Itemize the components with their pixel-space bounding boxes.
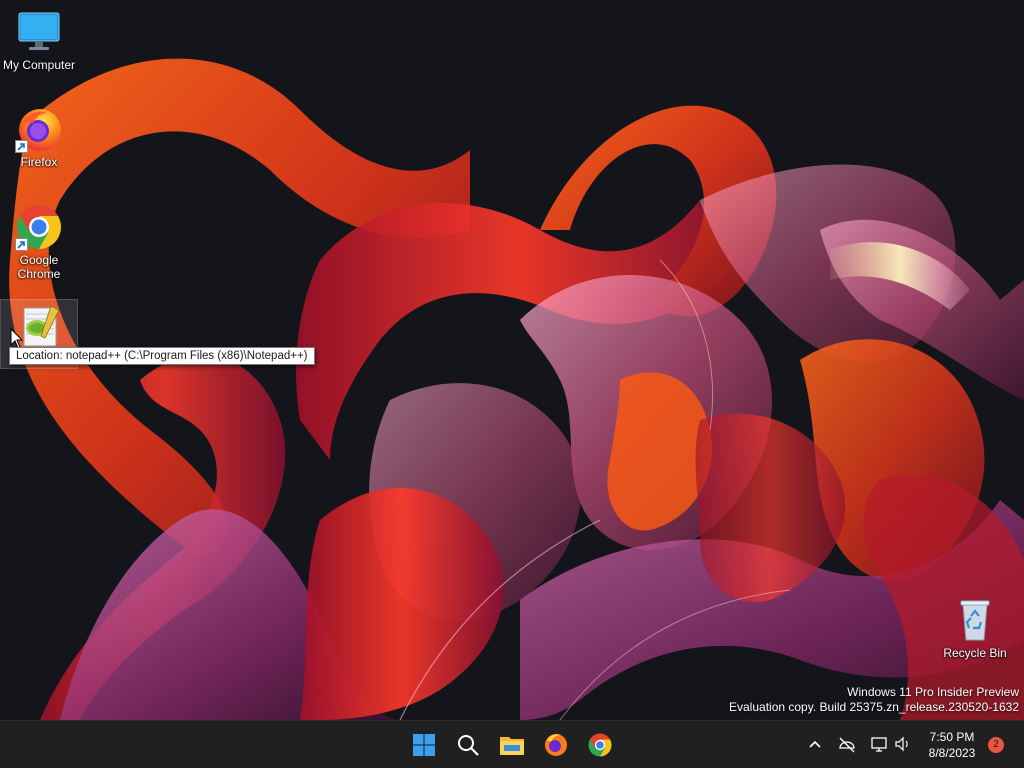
desktop-icon-google-chrome[interactable]: Google Chrome	[1, 203, 77, 281]
search-button[interactable]	[450, 727, 486, 763]
windows-watermark: Windows 11 Pro Insider Preview Evaluatio…	[729, 685, 1019, 715]
chrome-icon	[588, 733, 612, 757]
location-tooltip: Location: notepad++ (C:\Program Files (x…	[9, 347, 315, 365]
shortcut-arrow-icon	[15, 140, 28, 153]
file-explorer-icon	[500, 737, 524, 755]
file-explorer-button[interactable]	[494, 727, 530, 763]
recycle-bin-icon	[951, 596, 999, 644]
speaker-icon	[895, 736, 908, 752]
desktop[interactable]: My Computer Firefox Google Chrome Locati…	[0, 0, 1024, 720]
clock[interactable]: 7:50 PM 8/8/2023	[920, 729, 984, 761]
desktop-icon-label: Google Chrome	[17, 253, 61, 281]
desktop-icon-label: My Computer	[2, 58, 76, 72]
taskbar-chrome-button[interactable]	[582, 727, 618, 763]
volume-button[interactable]	[892, 733, 914, 755]
desktop-icon-recycle-bin[interactable]: Recycle Bin	[937, 596, 1013, 660]
windows-start-icon	[413, 734, 435, 756]
shortcut-arrow-icon	[15, 238, 28, 251]
notification-badge[interactable]: 2	[988, 737, 1004, 753]
monitor-icon	[15, 8, 63, 56]
desktop-icon-label: Recycle Bin	[943, 646, 1007, 660]
start-button[interactable]	[406, 727, 442, 763]
desktop-icon-label: Firefox	[20, 155, 58, 169]
taskbar-firefox-button[interactable]	[538, 727, 574, 763]
chrome-icon	[15, 203, 63, 251]
taskbar: 7:50 PM 8/8/2023 2	[0, 720, 1024, 768]
show-hidden-icons-button[interactable]	[804, 733, 826, 755]
desktop-icon-firefox[interactable]: Firefox	[1, 105, 77, 169]
firefox-icon	[545, 734, 567, 756]
network-off-icon	[839, 737, 855, 753]
watermark-edition: Windows 11 Pro Insider Preview	[847, 685, 1019, 699]
watermark-build: Evaluation copy. Build 25375.zn_release.…	[729, 700, 1019, 714]
display-icon	[871, 737, 887, 752]
clock-date: 8/8/2023	[928, 746, 976, 760]
display-button[interactable]	[868, 733, 890, 755]
clock-time: 7:50 PM	[929, 730, 975, 744]
search-icon	[458, 735, 479, 756]
firefox-icon	[15, 105, 63, 153]
chevron-up-icon	[809, 740, 821, 748]
network-status-button[interactable]	[836, 733, 858, 755]
desktop-icon-my-computer[interactable]: My Computer	[1, 8, 77, 72]
